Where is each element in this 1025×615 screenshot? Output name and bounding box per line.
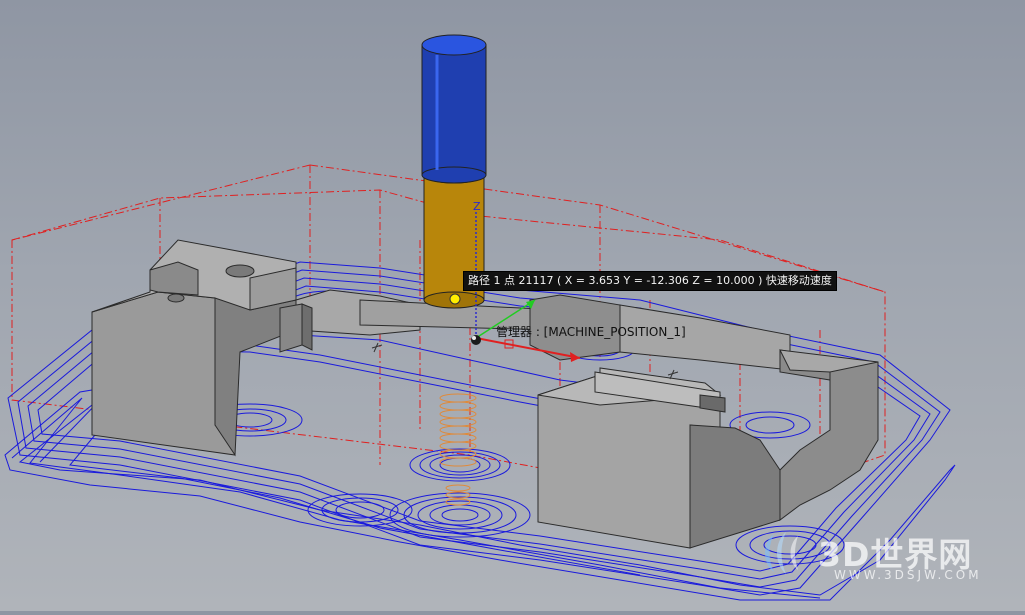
machine-position-label: 管理器 : [MACHINE_POSITION_1] [496,325,686,339]
toolpath-point-tooltip: 路径 1 点 21117 ( X = 3.653 Y = -12.306 Z =… [463,271,837,291]
cutting-tool[interactable] [421,34,487,309]
watermark: 3D世界网 WWW.3DSJW.COM [760,528,1020,588]
axis-label-z: Z [473,200,481,213]
tool-tip-point [449,293,461,305]
watermark-logo-icon [765,532,798,574]
3d-viewport[interactable]: Z [0,0,1025,611]
watermark-url-text: WWW.3DSJW.COM [834,568,982,582]
